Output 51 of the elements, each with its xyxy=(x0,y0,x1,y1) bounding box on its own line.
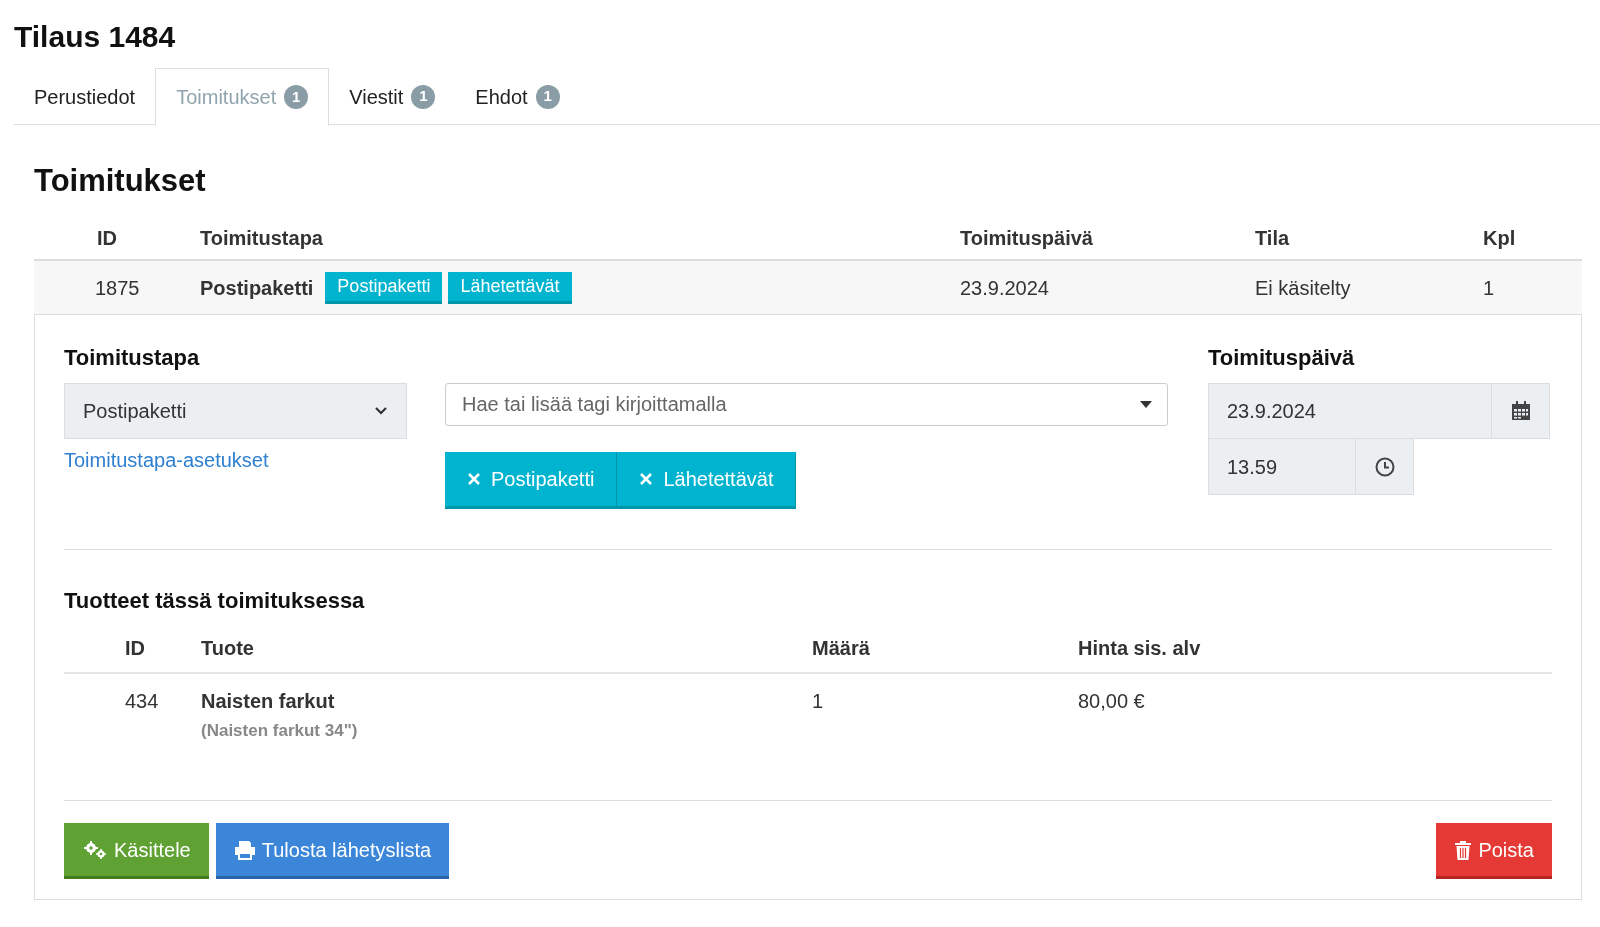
tab[interactable]: Viestit 1 xyxy=(329,68,456,125)
column-header: Tila xyxy=(1255,226,1291,251)
column-header: Kpl xyxy=(1483,226,1517,251)
product-variant: (Naisten farkut 34") xyxy=(201,720,358,742)
gears-icon xyxy=(82,839,108,860)
field-label: Toimitustapa xyxy=(64,344,201,371)
close-icon xyxy=(467,472,481,486)
tag-search-field[interactable]: Hae tai lisää tagi kirjoittamalla xyxy=(445,383,1168,426)
printer-icon xyxy=(233,839,256,860)
column-header: Hinta sis. alv xyxy=(1078,636,1202,661)
tab[interactable]: Ehdot 1 xyxy=(455,68,580,125)
tab[interactable]: Perustiedot xyxy=(14,68,156,125)
field-label: Toimituspäivä xyxy=(1208,344,1356,371)
column-header: Tuote xyxy=(201,636,255,661)
chevron-down-icon xyxy=(374,406,388,416)
trash-icon xyxy=(1454,839,1473,860)
column-header: Toimituspäivä xyxy=(960,226,1094,251)
count-badge: 1 xyxy=(284,85,309,109)
table-cell-text: 1875 xyxy=(94,275,141,301)
method-select[interactable]: Postipaketti xyxy=(64,383,407,439)
column-header: Toimitustapa xyxy=(200,226,324,251)
time-field[interactable]: 13.59 xyxy=(1208,439,1356,495)
tag: Lähetettävät xyxy=(448,271,572,304)
calendar-button[interactable] xyxy=(1492,383,1550,439)
count-badge: 1 xyxy=(535,84,560,109)
date-field[interactable]: 23.9.2024 xyxy=(1208,383,1492,439)
print-button[interactable]: Tulosta lähetyslista xyxy=(215,823,450,879)
product-name: Naisten farkut xyxy=(201,689,335,714)
caret-down-icon xyxy=(1140,401,1152,408)
table-cell-text: 80,00 € xyxy=(1078,689,1146,714)
subsection-title: Tuotteet tässä toimituksessa xyxy=(64,587,366,615)
table-cell-text: Postipaketti xyxy=(200,275,314,301)
section-title: Toimitukset xyxy=(34,162,207,200)
time-button[interactable] xyxy=(1356,439,1414,495)
tag: Postipaketti xyxy=(325,271,443,304)
table-cell-text: 434 xyxy=(124,689,160,714)
close-icon xyxy=(639,472,654,486)
calendar-icon xyxy=(1510,401,1531,421)
table-cell-text: 1 xyxy=(1483,275,1496,301)
table-cell-text: Ei käsitelty xyxy=(1255,275,1352,301)
settings-link[interactable]: Toimitustapa-asetukset xyxy=(64,445,407,475)
page-title: Tilaus 1484 xyxy=(13,19,177,55)
column-header: Määrä xyxy=(812,636,871,661)
clock-icon xyxy=(1374,456,1395,477)
table-cell-text: 1 xyxy=(812,689,825,714)
column-header: ID xyxy=(96,226,118,251)
count-badge: 1 xyxy=(411,84,436,109)
table-cell-text: 23.9.2024 xyxy=(960,275,1050,301)
column-header: ID xyxy=(124,636,146,661)
delete-button[interactable]: Poista xyxy=(1436,823,1552,879)
table-row[interactable]: 1875 Postipaketti Postipaketti Lähetettävät 23.9.2024 Ei käsitelty 1 xyxy=(34,261,1582,315)
